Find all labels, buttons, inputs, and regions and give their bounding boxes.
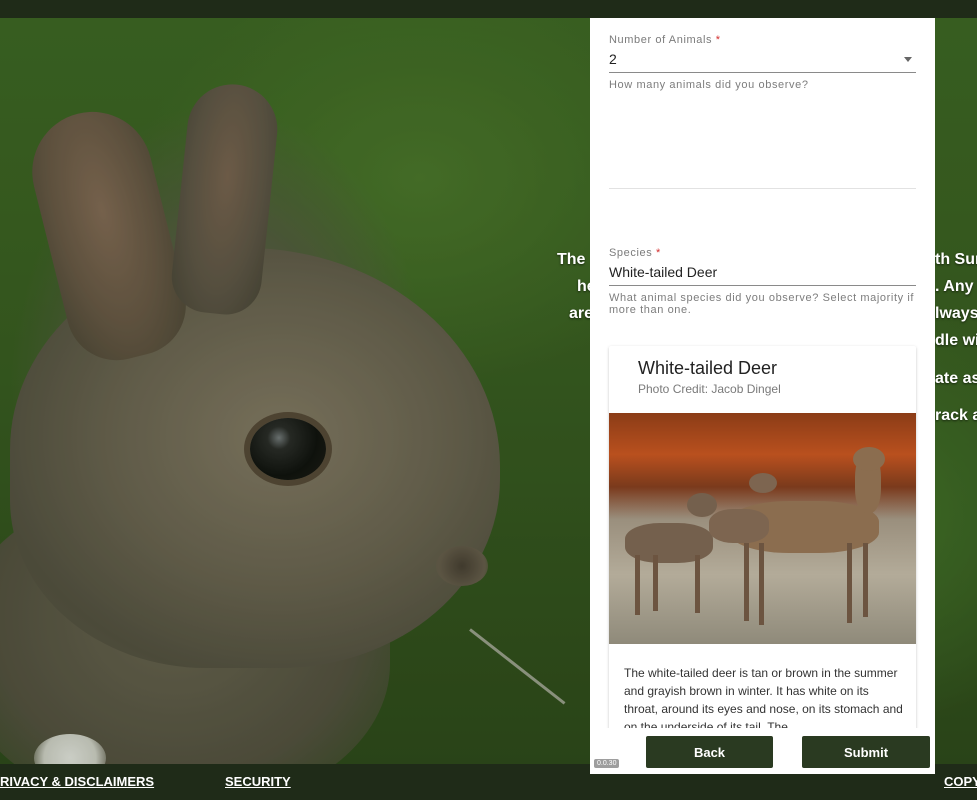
footer-link-privacy[interactable]: RIVACY & DISCLAIMERS [0,774,154,789]
species-info-card: White-tailed Deer Photo Credit: Jacob Di… [609,346,916,728]
field-label: Number of Animals [609,34,713,46]
species-input[interactable]: White-tailed Deer [609,264,916,286]
top-bar [0,0,977,18]
selected-value: 2 [609,51,617,67]
intro-text-line: ate ass [935,370,977,387]
footer-link-copyright[interactable]: COPY [944,774,977,789]
number-of-animals-field[interactable]: Number of Animals * 2 How many animals d… [609,34,916,91]
version-badge: 0.0.30 [594,759,620,768]
fawn-head [749,473,777,493]
field-label: Species [609,247,653,259]
fawn-head [687,493,717,517]
dialog-scroll-area[interactable]: Number of Animals * 2 How many animals d… [590,18,935,728]
observation-dialog: Number of Animals * 2 How many animals d… [590,18,935,774]
field-helper-text: How many animals did you observe? [609,79,809,91]
intro-text-line: rack an [935,407,977,424]
footer-link-security[interactable]: SECURITY [225,774,291,789]
number-of-animals-select[interactable]: 2 [609,51,916,73]
species-photo [609,413,916,644]
divider [609,188,916,189]
submit-button[interactable]: Submit [802,736,930,768]
dropdown-caret-icon[interactable] [904,57,912,62]
intro-text-line: lways [935,305,977,322]
fawn-body [709,509,769,543]
deer-head [853,447,885,471]
species-value: White-tailed Deer [609,264,718,280]
back-button[interactable]: Back [646,736,773,768]
intro-text-line: The [557,251,586,268]
required-mark: * [715,34,721,46]
dialog-actions: 0.0.30 Back Submit [590,728,935,774]
field-helper-text: What animal species did you observe? Sel… [609,292,915,316]
intro-text-line: th Surv [935,251,977,268]
intro-text-line: dle wi [935,332,977,349]
intro-text-line: . Any [935,278,974,295]
species-card-title: White-tailed Deer [638,358,778,378]
species-description: The white-tailed deer is tan or brown in… [624,666,903,728]
species-field[interactable]: Species * White-tailed Deer What animal … [609,247,916,316]
required-mark: * [656,247,661,259]
photo-credit: Photo Credit: Jacob Dingel [638,382,781,396]
